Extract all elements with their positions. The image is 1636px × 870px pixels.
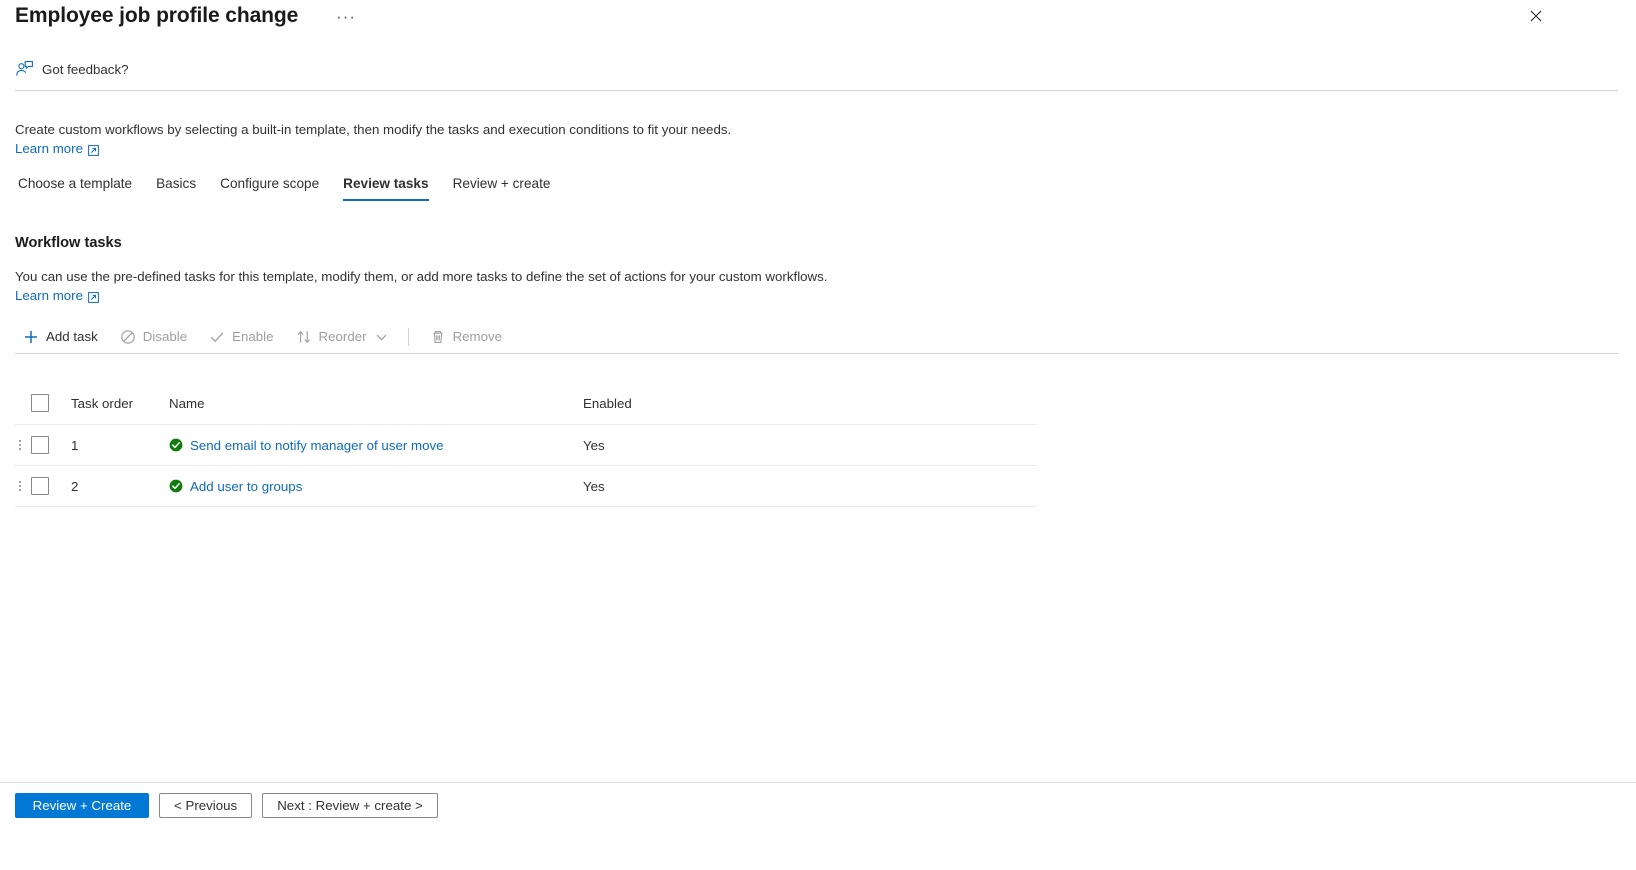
section-description: You can use the pre-defined tasks for th… bbox=[15, 269, 828, 284]
next-button[interactable]: Next : Review + create > bbox=[262, 793, 438, 818]
intro-learn-more-link[interactable]: Learn more bbox=[15, 140, 99, 158]
add-task-label: Add task bbox=[46, 329, 98, 344]
external-link-icon bbox=[88, 143, 99, 156]
tab-choose-a-template[interactable]: Choose a template bbox=[15, 176, 144, 201]
got-feedback-link[interactable]: Got feedback? bbox=[15, 60, 129, 79]
select-all-cell bbox=[25, 394, 71, 412]
cell-task-order: 1 bbox=[71, 437, 79, 453]
trash-icon bbox=[430, 329, 446, 345]
row-checkbox[interactable] bbox=[31, 436, 49, 454]
disable-label: Disable bbox=[142, 329, 188, 344]
blade-title-bar: Employee job profile change ··· bbox=[0, 0, 1636, 46]
page-title: Employee job profile change bbox=[15, 4, 299, 27]
sort-arrows-icon bbox=[296, 329, 312, 345]
success-check-icon bbox=[169, 479, 183, 493]
wizard-tabs: Choose a template Basics Configure scope… bbox=[15, 176, 562, 201]
enable-label: Enable bbox=[232, 329, 274, 344]
workflow-blade: Employee job profile change ··· Got feed… bbox=[0, 0, 1636, 870]
section-title: Workflow tasks bbox=[15, 235, 122, 251]
table-row[interactable]: 1 Send email to notify manager of user m… bbox=[15, 425, 1037, 466]
drag-dots-icon bbox=[18, 478, 22, 494]
tab-review-tasks[interactable]: Review tasks bbox=[331, 176, 440, 201]
disable-button[interactable]: Disable bbox=[109, 321, 198, 353]
remove-button[interactable]: Remove bbox=[419, 321, 514, 353]
got-feedback-label: Got feedback? bbox=[42, 62, 129, 77]
column-header-enabled[interactable]: Enabled bbox=[583, 396, 1037, 411]
table-row[interactable]: 2 Add user to groups Yes bbox=[15, 466, 1037, 507]
task-name-link[interactable]: Add user to groups bbox=[190, 479, 302, 494]
wizard-footer: Review + Create < Previous Next : Review… bbox=[15, 793, 438, 818]
person-feedback-icon bbox=[15, 60, 34, 79]
checkmark-icon bbox=[209, 329, 225, 345]
cell-enabled: Yes bbox=[583, 437, 605, 453]
chevron-down-icon bbox=[376, 331, 387, 342]
row-checkbox[interactable] bbox=[31, 477, 49, 495]
workflow-tasks-table: Task order Name Enabled 1 Send email to … bbox=[15, 382, 1037, 507]
reorder-button[interactable]: Reorder bbox=[285, 321, 398, 353]
task-name-link[interactable]: Send email to notify manager of user mov… bbox=[190, 438, 444, 453]
row-drag-handle[interactable] bbox=[15, 478, 25, 494]
column-header-name[interactable]: Name bbox=[169, 396, 583, 411]
close-icon[interactable] bbox=[1523, 3, 1549, 29]
tab-basics[interactable]: Basics bbox=[144, 176, 208, 201]
success-check-icon bbox=[169, 438, 183, 452]
table-header-row: Task order Name Enabled bbox=[15, 382, 1037, 425]
block-icon bbox=[120, 329, 136, 345]
more-options-icon[interactable]: ··· bbox=[336, 8, 356, 26]
column-header-task-order[interactable]: Task order bbox=[71, 396, 169, 411]
cell-task-name: Add user to groups bbox=[169, 479, 583, 494]
enable-button[interactable]: Enable bbox=[198, 321, 284, 353]
remove-label: Remove bbox=[452, 329, 503, 344]
tab-configure-scope[interactable]: Configure scope bbox=[208, 176, 331, 201]
cell-task-name: Send email to notify manager of user mov… bbox=[169, 438, 583, 453]
external-link-icon bbox=[88, 290, 99, 303]
review-create-button[interactable]: Review + Create bbox=[15, 793, 149, 818]
plus-icon bbox=[23, 329, 39, 345]
row-select-cell bbox=[25, 477, 71, 495]
reorder-label: Reorder bbox=[318, 329, 367, 344]
section-learn-more-link[interactable]: Learn more bbox=[15, 287, 99, 305]
intro-description: Create custom workflows by selecting a b… bbox=[15, 122, 732, 137]
previous-button[interactable]: < Previous bbox=[159, 793, 253, 818]
intro-learn-more-label: Learn more bbox=[15, 141, 83, 156]
row-select-cell bbox=[25, 436, 71, 454]
footer-divider bbox=[0, 782, 1636, 783]
add-task-button[interactable]: Add task bbox=[15, 321, 109, 353]
tab-review-create[interactable]: Review + create bbox=[441, 176, 563, 201]
section-learn-more-label: Learn more bbox=[15, 288, 83, 303]
cell-enabled: Yes bbox=[583, 478, 605, 494]
toolbar-divider bbox=[407, 327, 409, 346]
tasks-command-bar: Add task Disable Enable Reorder Remove bbox=[15, 320, 1618, 354]
row-drag-handle[interactable] bbox=[15, 437, 25, 453]
drag-dots-icon bbox=[18, 437, 22, 453]
cell-task-order: 2 bbox=[71, 478, 79, 494]
select-all-checkbox[interactable] bbox=[31, 394, 49, 412]
header-divider bbox=[15, 90, 1618, 91]
